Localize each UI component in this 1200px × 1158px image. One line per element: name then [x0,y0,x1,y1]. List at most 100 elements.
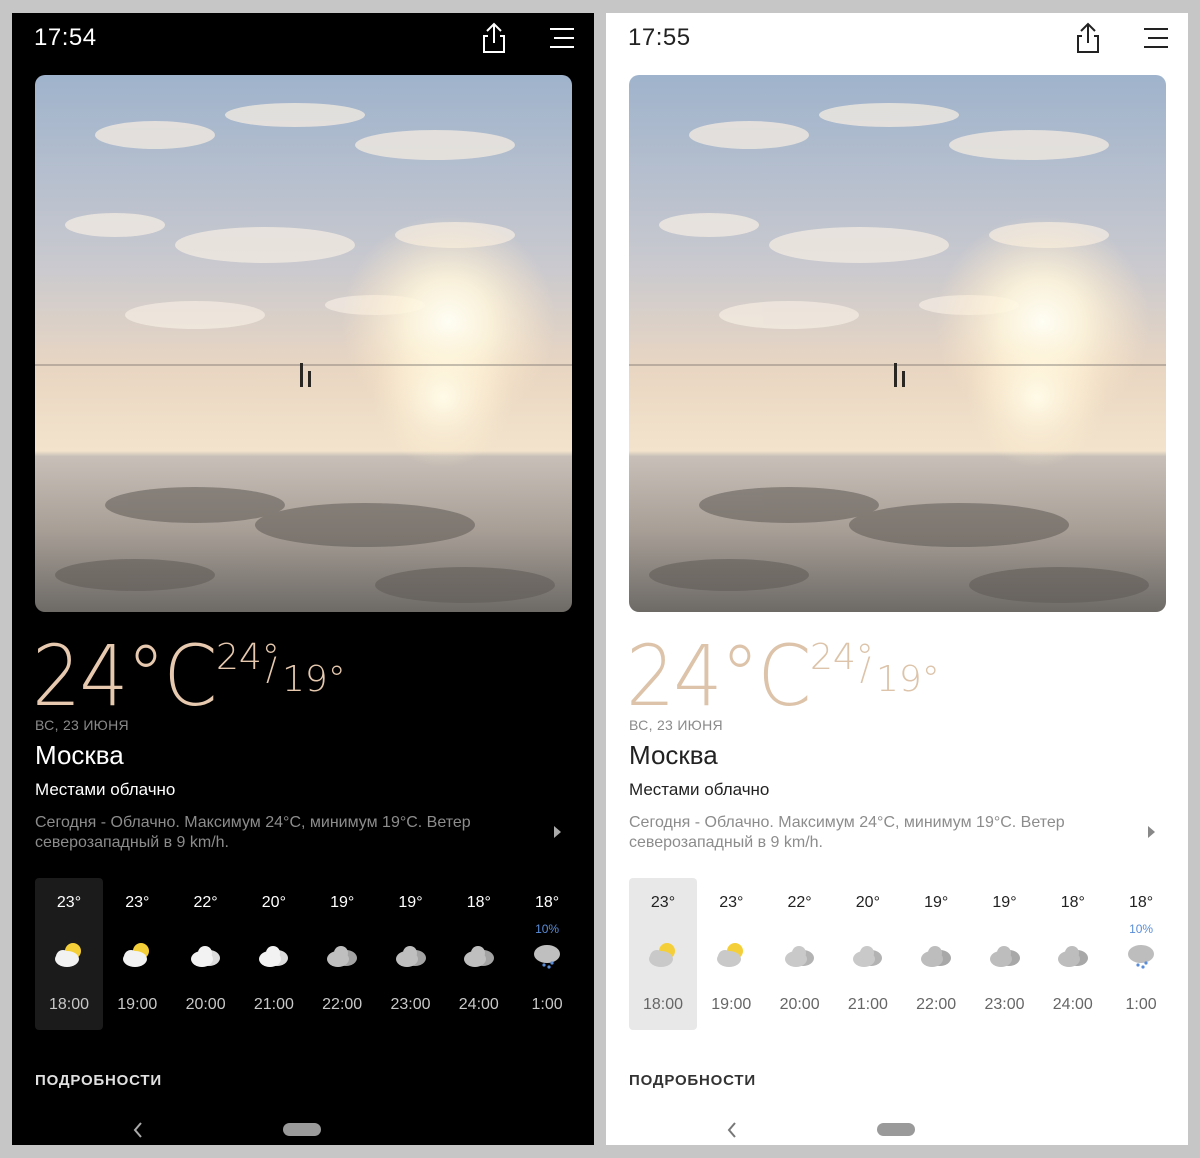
partly-cloudy-icon [120,940,154,970]
nav-back-button[interactable] [724,1119,740,1141]
share-button[interactable] [1072,21,1104,55]
hour-temperature: 23° [125,894,150,911]
hour-column[interactable]: 19° 23:00 [377,878,445,1030]
condition-text: Местами облачно [629,780,770,799]
cloudy-icon [783,940,817,970]
hour-temperature: 19° [330,894,355,911]
menu-button[interactable] [1138,25,1170,51]
back-icon [727,1122,736,1138]
hour-time: 23:00 [984,996,1025,1013]
hour-column[interactable]: 22° 20:00 [172,878,240,1030]
hour-time: 21:00 [847,996,888,1013]
forecast-summary[interactable]: Сегодня - Облачно. Максимум 24°C, миниму… [35,813,525,853]
forecast-summary[interactable]: Сегодня - Облачно. Максимум 24°C, миниму… [629,813,1119,853]
hour-temperature: 23° [650,894,676,911]
hourly-forecast: 23° 18:00 23° 19:00 22° 20:00 20° 21:00 19° … [35,878,581,1030]
cloudy-icon [189,940,223,970]
chevron-right-icon [1148,826,1155,838]
share-icon [483,22,505,53]
expand-summary-button[interactable] [1144,823,1158,841]
chevron-right-icon [554,826,561,838]
hour-time: 19:00 [117,996,158,1013]
cloudy-icon [257,940,291,970]
city-name: Москва [629,740,718,770]
partly-cloudy-icon [714,940,748,970]
hour-column[interactable]: 22° 20:00 [766,878,834,1030]
hour-temperature: 18° [466,894,491,911]
details-heading[interactable]: ПОДРОБНОСТИ [629,1072,756,1089]
hour-time: 22:00 [916,996,957,1013]
hour-time: 1:00 [531,996,563,1013]
overcast-icon [394,940,428,970]
hour-column[interactable]: 20° 21:00 [240,878,308,1030]
back-icon [133,1122,142,1138]
hour-time: 1:00 [1125,996,1157,1013]
hour-column[interactable]: 19° 22:00 [902,878,970,1030]
hour-column[interactable]: 19° 22:00 [308,878,376,1030]
hour-column[interactable]: 23° 18:00 [629,878,697,1030]
temp-separator: / [266,650,277,688]
overcast-icon [325,940,359,970]
low-temperature: 19° [282,659,346,700]
overcast-icon [988,940,1022,970]
nav-home-pill[interactable] [283,1123,321,1136]
hour-precipitation: 10% [1129,922,1154,936]
hour-column[interactable]: 23° 19:00 [103,878,171,1030]
share-button[interactable] [478,21,510,55]
cloudy-icon [851,940,885,970]
hour-column[interactable]: 18° 10% 1:00 [513,878,581,1030]
hour-time: 21:00 [253,996,294,1013]
hour-temperature: 22° [193,894,218,911]
partly-cloudy-icon [52,940,86,970]
hour-temperature: 22° [787,894,812,911]
weather-screen-dark: 17:54 24°C 24° / 19° ВС, 23 ИЮНЯ Москва … [12,13,594,1145]
hour-time: 23:00 [390,996,431,1013]
city-name: Москва [35,740,124,770]
hour-column[interactable]: 19° 23:00 [971,878,1039,1030]
partly-cloudy-icon [646,940,680,970]
date-label: ВС, 23 ИЮНЯ [35,717,129,733]
hour-precipitation: 10% [535,922,560,936]
rain-cloud-icon [530,940,564,970]
hour-time: 19:00 [711,996,752,1013]
menu-button[interactable] [544,25,576,51]
hour-temperature: 19° [398,894,423,911]
overcast-icon [462,940,496,970]
hour-temperature: 18° [534,894,560,911]
hour-time: 24:00 [1052,996,1093,1013]
nav-home-pill[interactable] [877,1123,915,1136]
nav-back-button[interactable] [130,1119,146,1141]
status-time: 17:54 [34,24,97,51]
hour-column[interactable]: 23° 18:00 [35,878,103,1030]
temp-separator: / [860,650,871,688]
overcast-icon [1056,940,1090,970]
hour-time: 20:00 [185,996,226,1013]
hour-temperature: 20° [855,894,880,911]
current-temperature: 24°C [626,627,811,725]
hour-temperature: 18° [1060,894,1085,911]
current-temperature: 24°C [32,627,217,725]
hour-time: 22:00 [322,996,363,1013]
status-time: 17:55 [628,24,691,51]
hour-column[interactable]: 18° 24:00 [1039,878,1107,1030]
weather-screen-light: 17:55 24°C 24° / 19° ВС, 23 ИЮНЯ Москва … [606,13,1188,1145]
hour-column[interactable]: 20° 21:00 [834,878,902,1030]
hourly-forecast: 23° 18:00 23° 19:00 22° 20:00 20° 21:00 19° … [629,878,1175,1030]
rain-cloud-icon [1124,940,1158,970]
weather-photo [35,75,572,612]
weather-photo [629,75,1166,612]
menu-icon [1144,28,1168,48]
hour-column[interactable]: 18° 10% 1:00 [1107,878,1175,1030]
condition-text: Местами облачно [35,780,176,799]
hour-time: 18:00 [48,996,90,1013]
expand-summary-button[interactable] [550,823,564,841]
share-icon [1077,22,1099,53]
hour-temperature: 18° [1128,894,1154,911]
hour-temperature: 20° [261,894,286,911]
low-temperature: 19° [876,659,940,700]
hour-column[interactable]: 23° 19:00 [697,878,765,1030]
hour-time: 24:00 [458,996,499,1013]
details-heading[interactable]: ПОДРОБНОСТИ [35,1072,162,1089]
hour-column[interactable]: 18° 24:00 [445,878,513,1030]
menu-icon [550,28,574,48]
